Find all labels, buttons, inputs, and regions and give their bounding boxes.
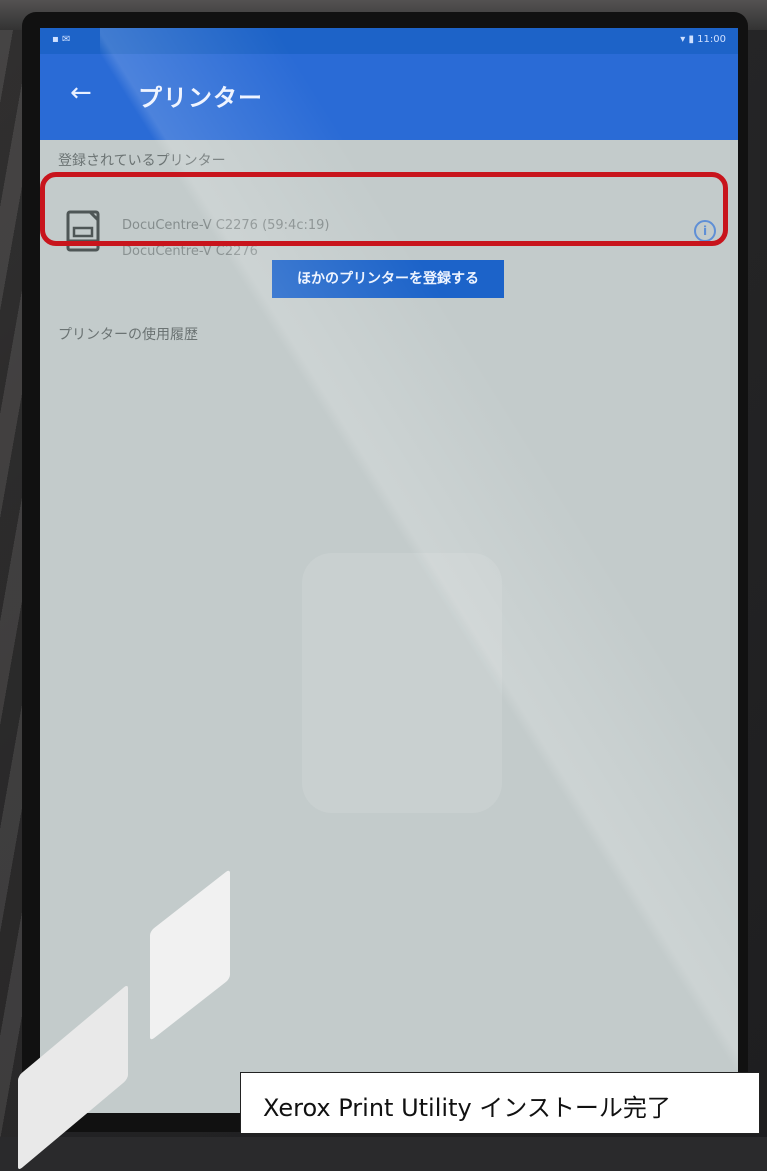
status-bar: ▪ ✉ ▾ ▮ 11:00 xyxy=(40,28,738,54)
arrow-left-icon[interactable]: ← xyxy=(70,80,96,106)
page-title: プリンター xyxy=(138,84,263,112)
add-printer-button[interactable]: ほかのプリンターを登録する xyxy=(272,260,504,298)
printer-highlight-box xyxy=(40,172,728,246)
status-left: ▪ ✉ xyxy=(52,34,71,45)
glare-patch xyxy=(302,553,502,813)
caption-box: Xerox Print Utility インストール完了 xyxy=(240,1072,760,1134)
status-right: ▾ ▮ 11:00 xyxy=(680,34,726,45)
printer-history-label: プリンターの使用履歴 xyxy=(58,327,198,343)
registered-printers-label: 登録されているプリンター xyxy=(58,153,226,169)
caption-text: Xerox Print Utility インストール完了 xyxy=(263,1094,671,1122)
printer-model: DocuCentre-V C2276 xyxy=(122,244,258,259)
